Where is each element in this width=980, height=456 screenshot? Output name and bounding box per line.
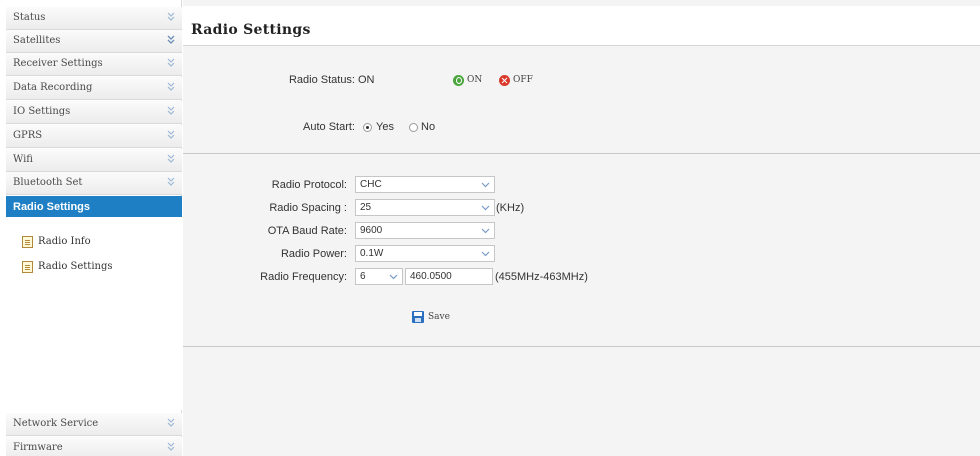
main-content: Radio Settings Radio Status: ON ON OFF A… [183, 0, 980, 456]
divider [183, 153, 980, 154]
chevron-down-icon [167, 58, 175, 67]
chevron-down-icon [167, 12, 175, 21]
radio-frequency-input[interactable] [405, 268, 493, 285]
save-button[interactable]: Save [412, 309, 450, 325]
sidebar-item-receiver-settings[interactable]: Receiver Settings [6, 53, 182, 76]
auto-start-no-label: No [421, 121, 436, 133]
sidebar-item-data-recording[interactable]: Data Recording [6, 77, 182, 100]
radio-on-button[interactable]: ON [453, 73, 482, 87]
auto-start-no-radio[interactable] [409, 123, 418, 132]
sidebar-item-satellites[interactable]: Satellites [6, 30, 182, 53]
sidebar-item-label: Receiver Settings [13, 58, 103, 69]
radio-protocol-label: Radio Protocol: [271, 179, 347, 191]
radio-status-label: Radio Status: [288, 74, 355, 86]
ota-baud-rate-label: OTA Baud Rate: [267, 225, 347, 237]
chevron-down-icon [481, 228, 490, 234]
radio-protocol-value: CHC [360, 179, 382, 190]
radio-spacing-label: Radio Spacing : [269, 202, 347, 214]
chevron-down-icon [167, 35, 175, 44]
title-bar: Radio Settings [183, 6, 980, 46]
radio-off-button[interactable]: OFF [499, 73, 533, 87]
ota-baud-rate-value: 9600 [360, 225, 383, 236]
radio-frequency-label: Radio Frequency: [260, 271, 347, 283]
radio-status-value: ON [358, 74, 375, 86]
document-icon [22, 261, 33, 273]
sidebar-item-label: Status [13, 12, 46, 23]
sidebar: Status Satellites Receiver Settings Data… [0, 0, 182, 456]
page-title: Radio Settings [191, 22, 311, 38]
sidebar-item-gprs[interactable]: GPRS [6, 125, 182, 148]
power-off-icon [499, 74, 510, 86]
radio-protocol-select[interactable]: CHC [355, 176, 495, 193]
sidebar-item-status[interactable]: Status [6, 7, 182, 30]
radio-power-label: Radio Power: [280, 248, 347, 260]
chevron-down-icon [481, 182, 490, 188]
chevron-down-icon [389, 274, 398, 280]
document-icon [22, 236, 33, 248]
sidebar-item-label: Radio Settings [13, 201, 91, 213]
save-label: Save [428, 312, 450, 322]
sidebar-item-label: Network Service [13, 418, 99, 429]
sidebar-item-network-service[interactable]: Network Service [6, 413, 182, 436]
auto-start-label: Auto Start: [303, 121, 355, 133]
chevron-down-icon [481, 205, 490, 211]
radio-spacing-unit: (KHz) [496, 202, 525, 214]
sidebar-item-label: IO Settings [13, 106, 71, 117]
sidebar-item-label: Satellites [13, 35, 61, 46]
sidebar-item-radio-settings[interactable]: Radio Settings [6, 196, 182, 219]
sidebar-item-firmware[interactable]: Firmware [6, 437, 182, 456]
chevron-down-icon [167, 177, 175, 186]
radio-frequency-range: (455MHz-463MHz) [495, 271, 588, 283]
sidebar-item-bluetooth-set[interactable]: Bluetooth Set [6, 172, 182, 195]
chevron-down-icon [167, 418, 175, 427]
radio-spacing-value: 25 [360, 202, 372, 213]
sidebar-item-io-settings[interactable]: IO Settings [6, 101, 182, 124]
radio-spacing-select[interactable]: 25 [355, 199, 495, 216]
sidebar-item-label: GPRS [13, 130, 43, 141]
divider [183, 346, 980, 347]
sidebar-item-label: Bluetooth Set [13, 177, 83, 188]
sidebar-item-label: Firmware [13, 442, 63, 453]
save-disk-icon [412, 311, 424, 323]
radio-off-label: OFF [513, 75, 533, 85]
ota-baud-rate-select[interactable]: 9600 [355, 222, 495, 239]
chevron-down-icon [481, 251, 490, 257]
sidebar-item-label: Data Recording [13, 82, 93, 93]
chevron-down-icon [167, 82, 175, 91]
chevron-down-icon [167, 442, 175, 451]
radio-power-select[interactable]: 0.1W [355, 245, 495, 262]
radio-channel-select[interactable]: 6 [355, 268, 403, 285]
chevron-down-icon [167, 106, 175, 115]
radio-on-label: ON [467, 75, 483, 85]
chevron-down-icon [167, 130, 175, 139]
submenu-item-label: Radio Settings [38, 261, 113, 272]
sidebar-item-wifi[interactable]: Wifi [6, 149, 182, 172]
submenu-item-label: Radio Info [38, 236, 91, 247]
auto-start-yes-radio[interactable] [363, 123, 372, 132]
radio-power-value: 0.1W [360, 248, 384, 259]
power-on-icon [453, 74, 464, 86]
auto-start-yes-label: Yes [376, 121, 394, 133]
chevron-down-icon [167, 154, 175, 163]
sidebar-item-label: Wifi [13, 154, 33, 165]
radio-channel-value: 6 [360, 271, 366, 282]
